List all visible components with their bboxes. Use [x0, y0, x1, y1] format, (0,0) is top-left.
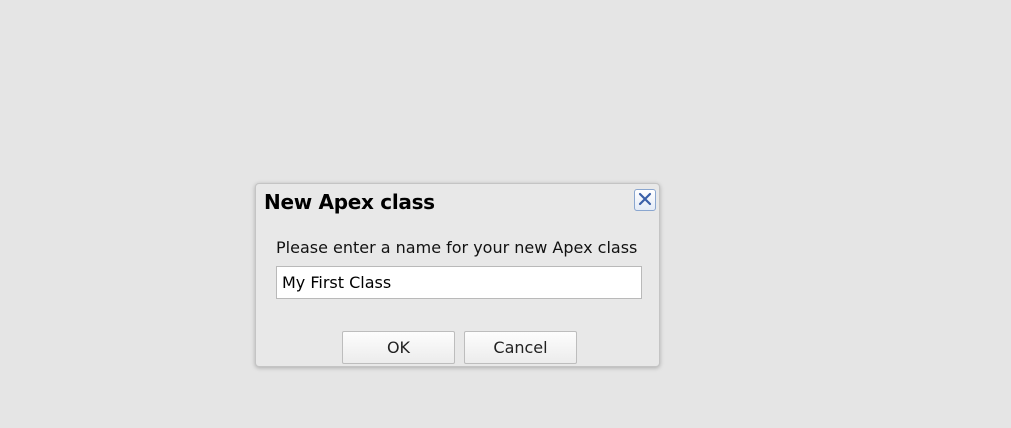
cancel-button[interactable]: Cancel	[464, 331, 577, 364]
new-apex-class-dialog: New Apex class Please enter a name for y…	[255, 183, 660, 367]
class-name-input[interactable]	[276, 266, 642, 299]
ok-button[interactable]: OK	[342, 331, 455, 364]
close-icon	[638, 191, 652, 210]
class-name-prompt: Please enter a name for your new Apex cl…	[276, 238, 638, 257]
close-button[interactable]	[634, 189, 656, 211]
dialog-title: New Apex class	[264, 190, 435, 214]
